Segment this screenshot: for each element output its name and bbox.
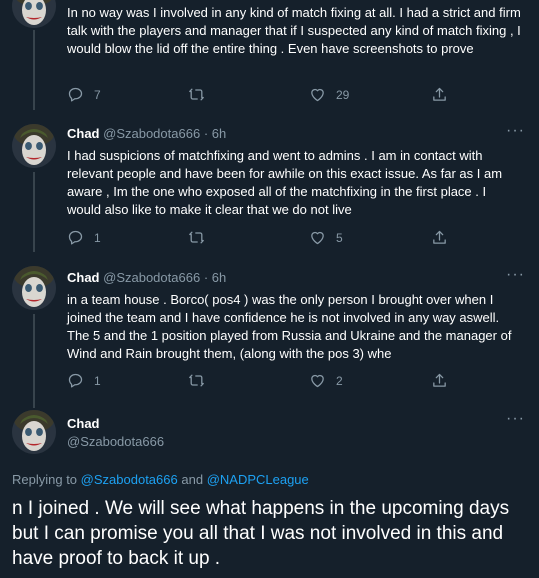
reply-count: 1 [94, 230, 101, 245]
like-count: 29 [336, 87, 350, 102]
tweet-actions: 1 2 [67, 372, 517, 392]
tweet-text: I had suspicions of matchfixing and went… [67, 148, 503, 217]
tweet-header: Chad @Szabodota666 · 6h [67, 270, 226, 285]
more-icon[interactable]: ··· [506, 122, 525, 140]
more-icon[interactable]: ··· [506, 266, 525, 284]
reply-count: 1 [94, 373, 101, 388]
display-name[interactable]: Chad [67, 270, 100, 285]
avatar[interactable] [12, 410, 56, 454]
replying-prefix: Replying to [12, 472, 78, 487]
retweet-icon [188, 372, 205, 389]
more-icon[interactable]: ··· [506, 410, 525, 428]
reply-icon [67, 229, 84, 246]
share-icon [431, 372, 448, 389]
retweet-icon [188, 86, 205, 103]
retweet-button[interactable] [188, 229, 205, 246]
share-button[interactable] [431, 86, 448, 103]
share-button[interactable] [431, 372, 448, 389]
thread-line [33, 172, 35, 252]
retweet-button[interactable] [188, 86, 205, 103]
thread-line [33, 30, 35, 110]
handle[interactable]: @Szabodota666 [103, 126, 200, 141]
avatar[interactable] [12, 266, 56, 310]
reply-button[interactable]: 1 [67, 372, 101, 389]
reply-mention-2[interactable]: @NADPCLeague [207, 472, 309, 487]
retweet-button[interactable] [188, 372, 205, 389]
separator: · [203, 270, 209, 285]
like-button[interactable]: 5 [309, 229, 343, 246]
tweet-text: In no way was I involved in any kind of … [67, 5, 521, 56]
reply-icon [67, 372, 84, 389]
retweet-icon [188, 229, 205, 246]
share-icon [431, 86, 448, 103]
thread-line [33, 314, 35, 408]
tweet-actions: 7 29 [67, 86, 517, 106]
tweet-actions: 1 5 [67, 229, 517, 249]
like-icon [309, 372, 326, 389]
handle[interactable]: @Szabodota666 [67, 434, 164, 449]
reply-button[interactable]: 1 [67, 229, 101, 246]
reply-and: and [181, 472, 204, 487]
display-name[interactable]: Chad [67, 126, 100, 141]
reply-button[interactable]: 7 [67, 86, 101, 103]
main-tweet-name: Chad [67, 416, 100, 431]
like-count: 5 [336, 230, 343, 245]
separator: · [203, 126, 209, 141]
reply-icon [67, 86, 84, 103]
tweet-header: Chad @Szabodota666 · 6h [67, 126, 226, 141]
avatar[interactable] [12, 124, 56, 168]
tweet-text: in a team house . Borco( pos4 ) was the … [67, 292, 512, 361]
display-name[interactable]: Chad [67, 416, 100, 431]
main-tweet-handle: @Szabodota666 [67, 434, 164, 449]
timestamp[interactable]: 6h [212, 270, 226, 285]
share-icon [431, 229, 448, 246]
timestamp[interactable]: 6h [212, 126, 226, 141]
main-tweet-text: n I joined . We will see what happens in… [12, 498, 510, 569]
avatar[interactable] [12, 0, 56, 28]
handle[interactable]: @Szabodota666 [103, 270, 200, 285]
reply-mention-1[interactable]: @Szabodota666 [81, 472, 178, 487]
like-icon [309, 229, 326, 246]
share-button[interactable] [431, 229, 448, 246]
like-button[interactable]: 29 [309, 86, 349, 103]
like-button[interactable]: 2 [309, 372, 343, 389]
like-icon [309, 86, 326, 103]
reply-count: 7 [94, 87, 101, 102]
like-count: 2 [336, 373, 343, 388]
replying-to: Replying to @Szabodota666 and @NADPCLeag… [12, 472, 309, 487]
